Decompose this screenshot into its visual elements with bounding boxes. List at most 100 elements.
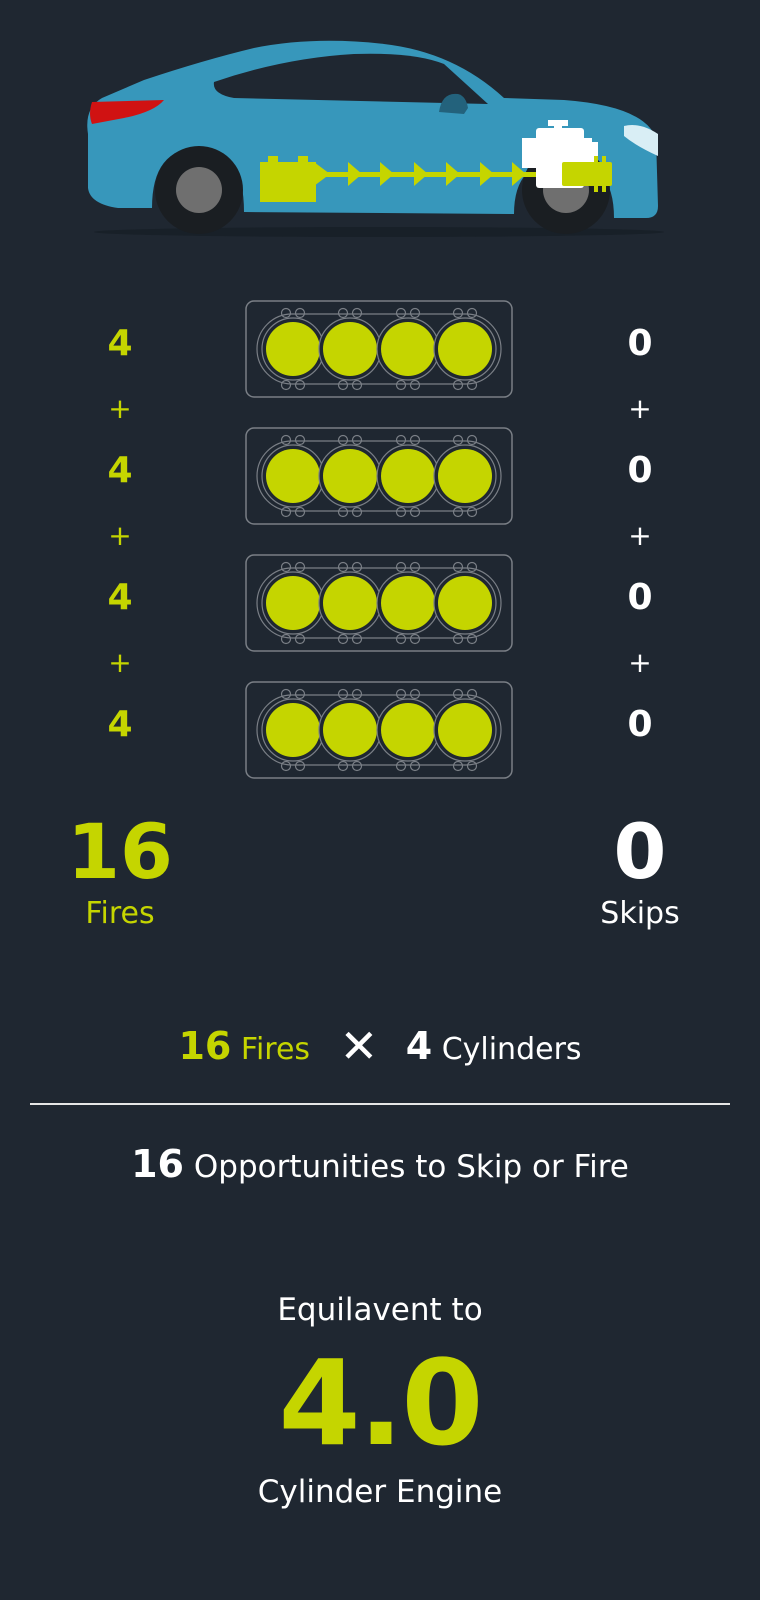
result-value: 16 xyxy=(131,1142,184,1186)
bolt-hole xyxy=(337,506,349,518)
bolt-hole xyxy=(351,760,363,772)
equivalent-prefix: Equilavent to xyxy=(277,1292,483,1328)
bolt-hole xyxy=(466,379,478,391)
bolt-hole xyxy=(337,307,349,319)
bolt-hole xyxy=(280,506,292,518)
cylinder-firing xyxy=(438,703,492,757)
bolt-hole xyxy=(351,561,363,573)
bolt-hole xyxy=(452,506,464,518)
equation: 16 Fires ✕ 4 Cylinders xyxy=(0,1016,760,1076)
equation-cylinders-label: Cylinders xyxy=(441,1032,582,1067)
bolt-hole xyxy=(452,760,464,772)
row-fires-value: 4 xyxy=(107,704,133,745)
bolt-hole xyxy=(337,379,349,391)
cylinder-firing xyxy=(266,703,320,757)
plus-icon: + xyxy=(108,519,132,552)
equivalent-value: 4.0 xyxy=(278,1334,483,1472)
bolt-hole xyxy=(395,633,407,645)
bolt-hole xyxy=(452,561,464,573)
bolt-hole xyxy=(280,633,292,645)
plus-icon: + xyxy=(628,519,652,552)
total-fires-label: Fires xyxy=(85,896,155,931)
bolt-hole xyxy=(466,688,478,700)
bolt-hole xyxy=(280,434,292,446)
plus-icon: + xyxy=(628,646,652,679)
bolt-hole xyxy=(337,760,349,772)
divider xyxy=(30,1103,730,1105)
bolt-hole xyxy=(294,506,306,518)
cylinder-firing xyxy=(266,322,320,376)
bolt-hole xyxy=(351,379,363,391)
bolt-hole xyxy=(395,688,407,700)
cylinder-firing xyxy=(438,449,492,503)
bolt-hole xyxy=(280,561,292,573)
plus-icon: + xyxy=(108,646,132,679)
bolt-hole xyxy=(466,760,478,772)
bolt-hole xyxy=(337,633,349,645)
equation-cylinders-value: 4 xyxy=(405,1024,433,1068)
total-skips-label: Skips xyxy=(600,896,680,931)
cylinder-firing xyxy=(323,322,377,376)
rear-wheel xyxy=(155,146,243,234)
bolt-hole xyxy=(466,506,478,518)
bolt-hole xyxy=(409,561,421,573)
bolt-hole xyxy=(395,434,407,446)
bolt-hole xyxy=(294,379,306,391)
bolt-hole xyxy=(452,688,464,700)
cylinder-firing xyxy=(438,322,492,376)
bolt-hole xyxy=(395,379,407,391)
cylinder-firing xyxy=(381,576,435,630)
bolt-hole xyxy=(452,307,464,319)
bolt-hole xyxy=(337,688,349,700)
equation-fires-label: Fires xyxy=(240,1032,311,1067)
engine-block-icon xyxy=(245,681,513,779)
cylinder-firing xyxy=(381,322,435,376)
total-skips-value: 0 xyxy=(613,807,667,896)
cylinder-firing xyxy=(323,703,377,757)
bolt-hole xyxy=(466,307,478,319)
bolt-hole xyxy=(337,434,349,446)
equation-fires-value: 16 xyxy=(178,1024,232,1068)
bolt-hole xyxy=(395,561,407,573)
bolt-hole xyxy=(294,307,306,319)
row-skips-value: 0 xyxy=(627,450,653,491)
bolt-hole xyxy=(409,760,421,772)
bolt-hole xyxy=(351,633,363,645)
result-line: 16 Opportunities to Skip or Fire xyxy=(0,1136,760,1195)
bolt-hole xyxy=(395,760,407,772)
cylinder-firing xyxy=(266,449,320,503)
bolt-hole xyxy=(409,434,421,446)
bolt-hole xyxy=(294,633,306,645)
bolt-hole xyxy=(294,760,306,772)
bolt-hole xyxy=(280,379,292,391)
bolt-hole xyxy=(280,760,292,772)
bolt-hole xyxy=(409,379,421,391)
bolt-hole xyxy=(280,307,292,319)
row-fires-value: 4 xyxy=(107,577,133,618)
bolt-hole xyxy=(337,561,349,573)
bolt-hole xyxy=(452,633,464,645)
bolt-hole xyxy=(466,561,478,573)
bolt-hole xyxy=(466,434,478,446)
plus-icon: + xyxy=(628,392,652,425)
bolt-hole xyxy=(294,434,306,446)
cylinder-firing xyxy=(381,449,435,503)
bolt-hole xyxy=(452,379,464,391)
bolt-hole xyxy=(409,506,421,518)
bolt-hole xyxy=(409,307,421,319)
bolt-hole xyxy=(351,307,363,319)
engine-block-icon xyxy=(245,300,513,398)
bolt-hole xyxy=(294,688,306,700)
cylinder-firing xyxy=(381,703,435,757)
plus-icon: + xyxy=(108,392,132,425)
bolt-hole xyxy=(395,506,407,518)
bolt-hole xyxy=(294,561,306,573)
cylinder-firing xyxy=(323,576,377,630)
row-skips-value: 0 xyxy=(627,704,653,745)
bolt-hole xyxy=(452,434,464,446)
times-icon: ✕ xyxy=(339,1019,379,1073)
car-illustration xyxy=(87,40,664,237)
row-fires-value: 4 xyxy=(107,450,133,491)
battery-icon xyxy=(260,156,316,202)
total-fires-value: 16 xyxy=(67,807,173,896)
